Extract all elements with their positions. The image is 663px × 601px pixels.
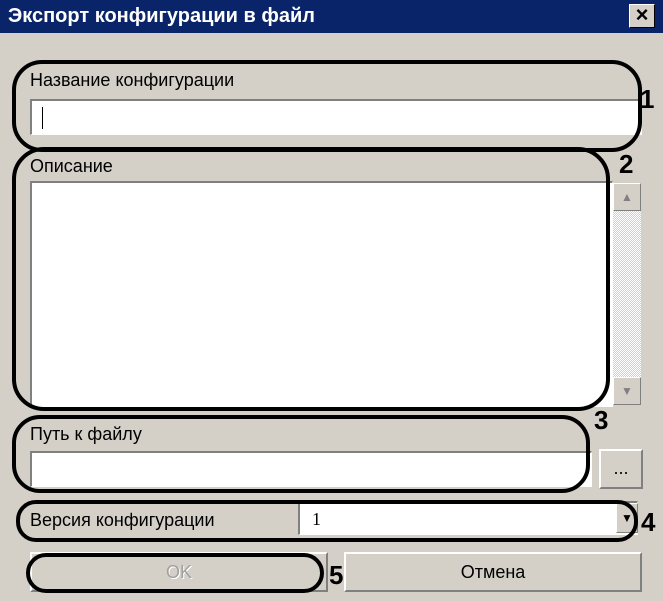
annotation-number-4: 4 <box>641 507 656 537</box>
browse-button[interactable]: ... <box>599 449 643 489</box>
scroll-down-button[interactable]: ▼ <box>613 377 641 405</box>
annotation-outline-1 <box>12 60 642 152</box>
annotation-number-3: 3 <box>594 405 609 435</box>
export-config-dialog: Экспорт конфигурации в файл × Название к… <box>0 0 663 601</box>
close-icon: × <box>635 2 649 27</box>
annotation-outline-4 <box>16 500 638 542</box>
title-bar: Экспорт конфигурации в файл × <box>0 0 663 33</box>
cancel-button[interactable]: Отмена <box>344 552 642 592</box>
window-title: Экспорт конфигурации в файл <box>8 5 315 27</box>
triangle-up-icon: ▲ <box>621 190 633 204</box>
annotation-outline-5 <box>26 553 324 593</box>
annotation-number-1: 1 <box>640 84 655 114</box>
annotation-outline-2 <box>12 147 610 411</box>
triangle-down-icon: ▼ <box>621 384 633 398</box>
close-button[interactable]: × <box>629 4 655 28</box>
annotation-outline-3 <box>12 415 590 493</box>
scroll-up-button[interactable]: ▲ <box>613 183 641 211</box>
annotation-number-5: 5 <box>329 560 344 590</box>
annotation-number-2: 2 <box>619 149 634 179</box>
description-scrollbar[interactable]: ▲ ▼ <box>613 183 641 405</box>
